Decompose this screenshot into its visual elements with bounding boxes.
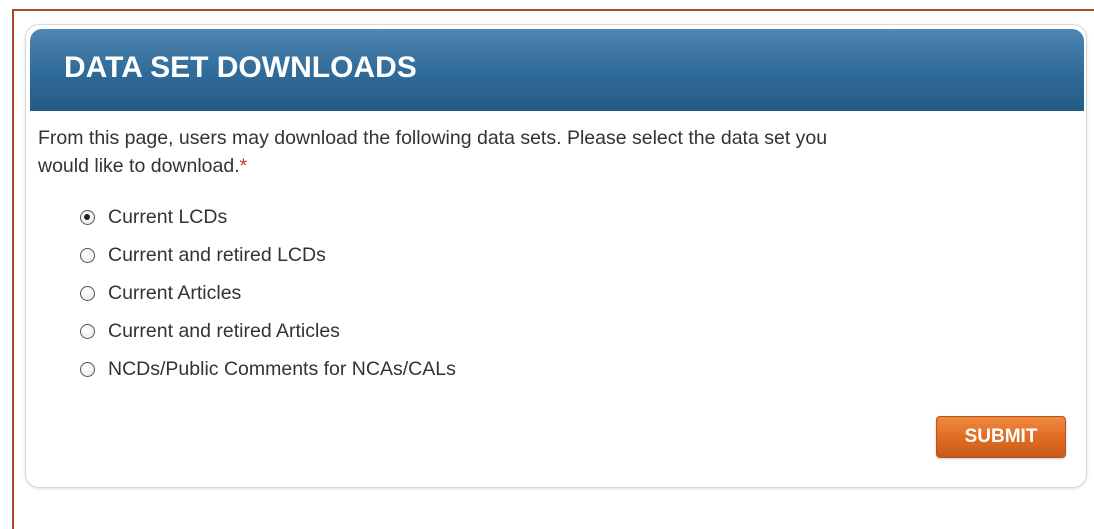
radio-ncds-public-comments[interactable] (80, 361, 95, 377)
option-current-lcds[interactable]: Current LCDs (80, 198, 456, 236)
option-current-articles[interactable]: Current Articles (80, 274, 456, 312)
option-label-current-articles: Current Articles (108, 281, 242, 304)
intro-text: From this page, users may download the f… (38, 124, 1068, 180)
submit-button[interactable]: SUBMIT (936, 416, 1066, 458)
radio-current-and-retired-articles[interactable] (80, 323, 95, 339)
radio-current-and-retired-lcds[interactable] (80, 247, 95, 263)
option-current-and-retired-lcds[interactable]: Current and retired LCDs (80, 236, 456, 274)
option-label-current-lcds: Current LCDs (108, 205, 228, 228)
intro-line-1: From this page, users may download the f… (38, 127, 828, 149)
panel-title: DATA SET DOWNLOADS (64, 51, 417, 84)
option-ncds-public-comments[interactable]: NCDs/Public Comments for NCAs/CALs (80, 350, 456, 388)
option-label-current-and-retired-lcds: Current and retired LCDs (108, 243, 326, 266)
required-marker: * (239, 155, 248, 177)
data-set-radio-group: Current LCDs Current and retired LCDs Cu… (80, 198, 456, 388)
option-current-and-retired-articles[interactable]: Current and retired Articles (80, 312, 456, 350)
radio-current-articles[interactable] (80, 285, 95, 301)
panel-header: DATA SET DOWNLOADS (30, 29, 1084, 111)
intro-line-2: would like to download. (38, 155, 240, 177)
option-label-current-and-retired-articles: Current and retired Articles (108, 319, 340, 342)
radio-current-lcds[interactable] (80, 209, 95, 225)
option-label-ncds-public-comments: NCDs/Public Comments for NCAs/CALs (108, 357, 456, 380)
